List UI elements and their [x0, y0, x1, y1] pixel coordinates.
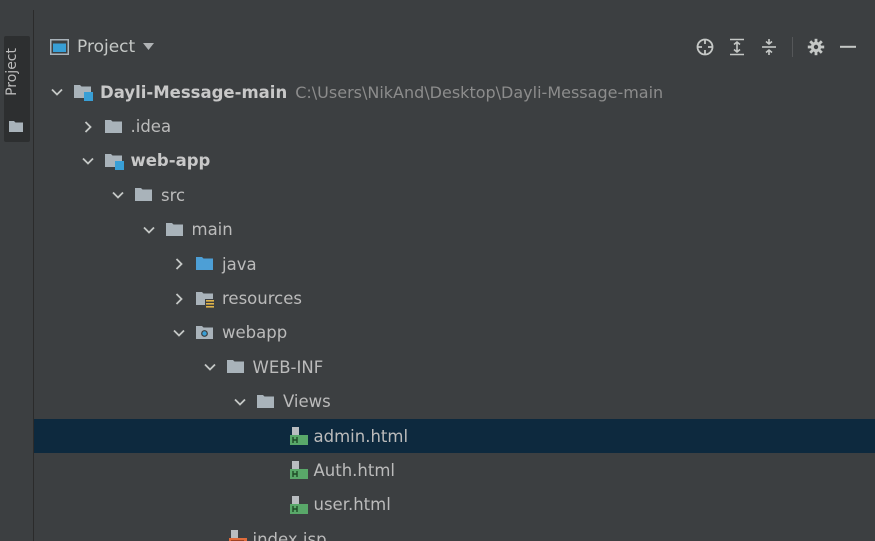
chevron-right-icon[interactable]: [172, 292, 186, 306]
chevron-down-icon[interactable]: [111, 188, 125, 202]
html-file-icon: [288, 461, 310, 480]
project-panel: Project Dayli-Message-main C:\Users\NikA…: [34, 10, 875, 541]
tree-row[interactable]: admin.html: [34, 418, 875, 454]
folder-icon: [104, 118, 127, 136]
tree-item-label: web-app: [130, 151, 211, 171]
tree-row[interactable]: java: [34, 247, 875, 281]
tree-item-label: java: [222, 254, 257, 274]
module-folder-icon: [74, 83, 96, 102]
tree-item-label: Auth.html: [313, 460, 396, 480]
tree-row[interactable]: Auth.html: [34, 453, 875, 487]
tree-row[interactable]: resources: [34, 281, 875, 315]
chevron-down-icon[interactable]: [203, 360, 217, 374]
project-view-icon: [50, 39, 69, 55]
project-tree: Dayli-Message-main C:\Users\NikAnd\Deskto…: [34, 75, 875, 541]
folder-icon: [165, 221, 188, 239]
source-folder-icon: [196, 255, 218, 273]
locate-button[interactable]: [692, 34, 718, 60]
chevron-down-icon[interactable]: [81, 154, 95, 168]
chevron-down-icon[interactable]: [142, 223, 156, 237]
project-tool-tab-label: Project: [4, 48, 20, 96]
collapse-all-icon: [762, 39, 776, 55]
tree-item-label: src: [161, 185, 186, 205]
jsp-file-icon: [227, 530, 249, 541]
settings-button[interactable]: [803, 34, 829, 60]
tree-row[interactable]: user.html: [34, 488, 875, 522]
left-tool-window-bar: Project: [0, 10, 34, 541]
tree-item-path: C:\Users\NikAnd\Desktop\Dayli-Message-ma…: [295, 82, 664, 102]
tree-item-label: user.html: [313, 495, 391, 515]
toolbar-separator: [792, 37, 793, 57]
chevron-right-icon[interactable]: [81, 120, 95, 134]
locate-icon: [696, 38, 714, 56]
folder-icon: [257, 393, 279, 411]
caret-down-icon: [143, 43, 155, 50]
minimize-icon: [840, 45, 856, 48]
expand-all-button[interactable]: [724, 34, 750, 60]
tree-item-label: Dayli-Message-main: [100, 82, 288, 102]
folder-icon: [135, 186, 157, 204]
ide-window: Project Project Dayli-Message-main C:\Us…: [0, 0, 875, 541]
tree-item-label: resources: [222, 289, 302, 309]
web-folder-icon: [196, 324, 218, 342]
tree-row[interactable]: web-app: [34, 144, 875, 178]
tree-row[interactable]: index.jsp: [34, 522, 875, 541]
tree-item-label: .idea: [130, 117, 172, 137]
expand-all-icon: [730, 38, 744, 56]
tree-item-label: Views: [283, 392, 331, 412]
chevron-down-icon[interactable]: [50, 85, 64, 99]
cut-off-top-bar: [0, 0, 875, 10]
chevron-right-icon[interactable]: [172, 257, 186, 271]
tree-row[interactable]: Dayli-Message-main C:\Users\NikAnd\Deskto…: [34, 75, 875, 109]
module-folder-icon: [104, 152, 127, 170]
resources-folder-icon: [196, 290, 218, 308]
html-file-icon: [288, 495, 310, 514]
tree-row[interactable]: main: [34, 213, 875, 247]
tree-item-label: main: [191, 220, 233, 240]
view-title: Project: [77, 37, 136, 57]
tree-row[interactable]: webapp: [34, 316, 875, 350]
tree-item-label: admin.html: [313, 426, 409, 446]
tree-row[interactable]: WEB-INF: [34, 350, 875, 384]
chevron-down-icon[interactable]: [172, 326, 186, 340]
header-toolbar: [692, 34, 861, 60]
tree-row[interactable]: Views: [34, 385, 875, 419]
collapse-all-button[interactable]: [756, 34, 782, 60]
tree-item-label: WEB-INF: [252, 357, 324, 377]
tree-item-label: webapp: [222, 323, 288, 343]
folder-icon: [226, 358, 249, 376]
chevron-down-icon[interactable]: [233, 395, 247, 409]
gear-icon: [807, 38, 825, 56]
folder-icon: [9, 121, 23, 132]
tree-row[interactable]: src: [34, 178, 875, 212]
tree-row[interactable]: .idea: [34, 109, 875, 143]
view-selector[interactable]: Project: [50, 37, 155, 57]
hide-panel-button[interactable]: [835, 34, 861, 60]
tree-item-label: index.jsp: [252, 529, 327, 541]
project-panel-header: Project: [34, 10, 875, 70]
html-file-icon: [288, 427, 310, 446]
